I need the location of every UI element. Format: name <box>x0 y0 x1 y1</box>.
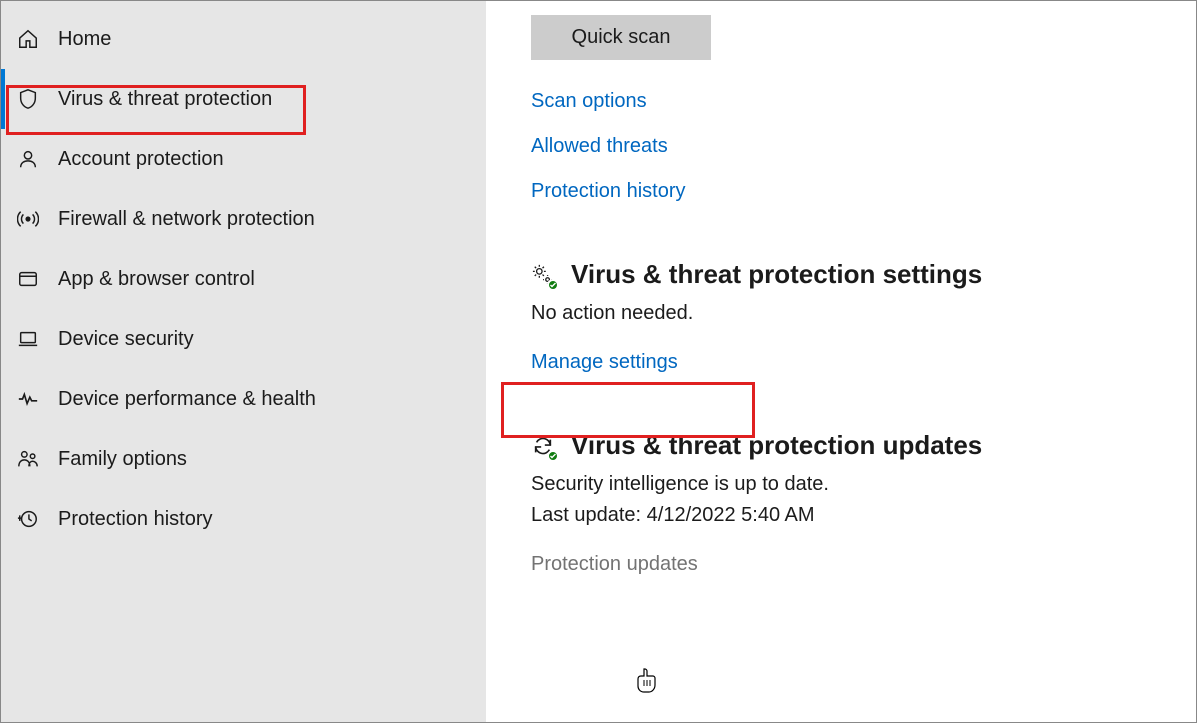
antenna-icon <box>16 207 40 231</box>
updates-section-header: Virus & threat protection updates <box>531 430 1196 461</box>
protection-updates-link[interactable]: Protection updates <box>531 553 698 576</box>
sidebar-item-label: Virus & threat protection <box>58 88 272 111</box>
home-icon <box>16 27 40 51</box>
checkmark-badge-icon <box>547 279 559 291</box>
person-icon <box>16 147 40 171</box>
sidebar-item-app-browser[interactable]: App & browser control <box>1 249 486 309</box>
sidebar-item-label: Firewall & network protection <box>58 208 315 231</box>
sidebar-item-label: App & browser control <box>58 268 255 291</box>
family-icon <box>16 447 40 471</box>
settings-section-header: Virus & threat protection settings <box>531 259 1196 290</box>
sidebar-item-label: Device performance & health <box>58 388 316 411</box>
scan-options-link[interactable]: Scan options <box>531 90 1196 113</box>
sidebar-item-protection-history[interactable]: Protection history <box>1 489 486 549</box>
laptop-icon <box>16 327 40 351</box>
sidebar-item-account[interactable]: Account protection <box>1 129 486 189</box>
history-icon <box>16 507 40 531</box>
settings-section: Virus & threat protection settings No ac… <box>531 259 1196 374</box>
windows-security-window: Home Virus & threat protection Account p… <box>0 0 1197 723</box>
updates-section-title: Virus & threat protection updates <box>571 430 982 461</box>
shield-icon <box>16 87 40 111</box>
sidebar-item-device-security[interactable]: Device security <box>1 309 486 369</box>
settings-section-title: Virus & threat protection settings <box>571 259 982 290</box>
heart-rate-icon <box>16 387 40 411</box>
sidebar-item-label: Home <box>58 28 111 51</box>
app-window-icon <box>16 267 40 291</box>
sidebar: Home Virus & threat protection Account p… <box>1 1 486 722</box>
checkmark-badge-icon <box>547 450 559 462</box>
sidebar-item-home[interactable]: Home <box>1 9 486 69</box>
sidebar-item-family[interactable]: Family options <box>1 429 486 489</box>
allowed-threats-link[interactable]: Allowed threats <box>531 135 1196 158</box>
last-update-text: Last update: 4/12/2022 5:40 AM <box>531 504 1196 527</box>
refresh-icon <box>531 434 555 458</box>
sidebar-item-label: Device security <box>58 328 194 351</box>
sidebar-item-label: Account protection <box>58 148 224 171</box>
content-pane: Quick scan Scan options Allowed threats … <box>486 1 1196 722</box>
quick-scan-button[interactable]: Quick scan <box>531 15 711 60</box>
protection-history-link[interactable]: Protection history <box>531 180 1196 203</box>
updates-status-text: Security intelligence is up to date. <box>531 473 1196 496</box>
updates-section: Virus & threat protection updates Securi… <box>531 430 1196 576</box>
sidebar-item-label: Protection history <box>58 508 213 531</box>
sidebar-item-device-performance[interactable]: Device performance & health <box>1 369 486 429</box>
sidebar-item-virus-threat[interactable]: Virus & threat protection <box>1 69 486 129</box>
threat-links: Scan options Allowed threats Protection … <box>531 90 1196 203</box>
manage-settings-link[interactable]: Manage settings <box>531 351 678 374</box>
sidebar-item-label: Family options <box>58 448 187 471</box>
sidebar-item-firewall[interactable]: Firewall & network protection <box>1 189 486 249</box>
gears-icon <box>531 263 555 287</box>
settings-status-text: No action needed. <box>531 302 1196 325</box>
